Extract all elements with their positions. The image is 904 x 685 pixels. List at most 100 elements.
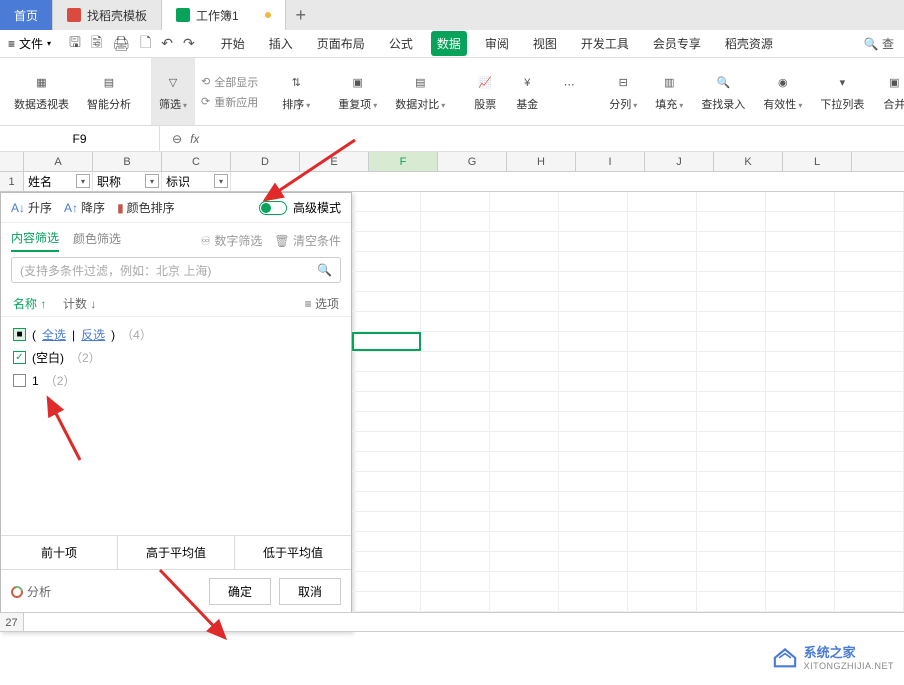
cell[interactable] <box>490 332 559 351</box>
cell[interactable] <box>490 232 559 251</box>
number-filter-button[interactable]: ♾ 数字筛选 <box>200 232 262 249</box>
file-menu[interactable]: ≡文件▾ <box>0 35 59 52</box>
menu-view[interactable]: 视图 <box>527 31 563 56</box>
split-button[interactable]: ⊟分列▾ <box>601 58 645 125</box>
advanced-mode-toggle[interactable]: 高级模式 <box>259 199 341 216</box>
cell[interactable] <box>835 312 904 331</box>
cell[interactable] <box>766 472 835 491</box>
menu-member[interactable]: 会员专享 <box>647 31 707 56</box>
lookup-button[interactable]: 🔍查找录入 <box>693 58 753 125</box>
tab-workbook[interactable]: 工作簿1 <box>162 0 286 30</box>
tab-content-filter[interactable]: 内容筛选 <box>11 229 59 252</box>
below-avg-button[interactable]: 低于平均值 <box>235 536 351 569</box>
list-item-all[interactable]: ■ (全选|反选)（4） <box>13 323 339 346</box>
cell[interactable] <box>490 592 559 611</box>
cell[interactable] <box>490 572 559 591</box>
col-count-header[interactable]: 计数 ↓ <box>63 295 96 312</box>
cell[interactable] <box>628 352 697 371</box>
checkbox-empty-icon[interactable] <box>13 374 26 387</box>
save-icon[interactable]: 🖫 <box>69 32 81 56</box>
cell[interactable] <box>559 512 628 531</box>
undo-icon[interactable]: ↶ <box>161 35 173 52</box>
search-icon[interactable]: 🔍 查 <box>854 35 904 52</box>
cell[interactable] <box>559 212 628 231</box>
cell[interactable] <box>697 352 766 371</box>
above-avg-button[interactable]: 高于平均值 <box>118 536 235 569</box>
cell[interactable] <box>697 552 766 571</box>
cell[interactable] <box>766 412 835 431</box>
cell[interactable] <box>559 192 628 211</box>
cell[interactable] <box>628 492 697 511</box>
cell[interactable] <box>628 472 697 491</box>
cell[interactable] <box>490 512 559 531</box>
cell[interactable] <box>352 512 421 531</box>
col-header-F[interactable]: F <box>369 152 438 171</box>
cell[interactable] <box>697 332 766 351</box>
cell[interactable] <box>835 452 904 471</box>
cell[interactable] <box>421 492 490 511</box>
cell[interactable] <box>559 552 628 571</box>
cell[interactable] <box>352 572 421 591</box>
cell[interactable] <box>766 392 835 411</box>
more-types-button[interactable]: ⋯ <box>549 58 589 125</box>
cell[interactable] <box>697 472 766 491</box>
cell[interactable] <box>352 492 421 511</box>
cell[interactable] <box>697 212 766 231</box>
cell[interactable] <box>835 552 904 571</box>
options-button[interactable]: ≡ 选项 <box>305 295 339 312</box>
cell[interactable] <box>421 552 490 571</box>
cell[interactable] <box>835 592 904 611</box>
cell[interactable] <box>490 452 559 471</box>
list-item-1[interactable]: 1（2） <box>13 369 339 392</box>
cell[interactable] <box>766 532 835 551</box>
cell[interactable] <box>697 312 766 331</box>
cell[interactable] <box>421 292 490 311</box>
cell[interactable] <box>628 432 697 451</box>
menu-dev[interactable]: 开发工具 <box>575 31 635 56</box>
col-header-H[interactable]: H <box>507 152 576 171</box>
cell[interactable] <box>835 212 904 231</box>
cell[interactable] <box>421 532 490 551</box>
menu-resources[interactable]: 稻壳资源 <box>719 31 779 56</box>
cell[interactable] <box>835 472 904 491</box>
cell[interactable] <box>628 192 697 211</box>
cell[interactable] <box>559 492 628 511</box>
tab-home[interactable]: 首页 <box>0 0 53 30</box>
sort-button[interactable]: ⇅排序▾ <box>274 58 318 125</box>
cell[interactable] <box>697 232 766 251</box>
top10-button[interactable]: 前十项 <box>1 536 118 569</box>
cell[interactable] <box>421 352 490 371</box>
cell[interactable] <box>628 552 697 571</box>
cell[interactable] <box>559 352 628 371</box>
col-header-L[interactable]: L <box>783 152 852 171</box>
cell[interactable] <box>766 212 835 231</box>
list-item-blank[interactable]: ✓ (空白)（2） <box>13 346 339 369</box>
cell[interactable] <box>352 452 421 471</box>
tab-color-filter[interactable]: 颜色筛选 <box>73 230 121 251</box>
cell[interactable] <box>421 252 490 271</box>
cell[interactable] <box>559 592 628 611</box>
stock-button[interactable]: 📈股票 <box>465 58 505 125</box>
cell[interactable] <box>835 232 904 251</box>
cell[interactable] <box>835 572 904 591</box>
cell[interactable] <box>628 572 697 591</box>
cell[interactable] <box>697 592 766 611</box>
cell[interactable] <box>697 252 766 271</box>
cell[interactable] <box>697 272 766 291</box>
cell[interactable] <box>628 212 697 231</box>
cell[interactable] <box>697 532 766 551</box>
preview-icon[interactable]: 🗋 <box>140 32 151 56</box>
cell[interactable] <box>490 492 559 511</box>
cell[interactable] <box>421 472 490 491</box>
cell[interactable] <box>352 312 421 331</box>
cell[interactable] <box>490 432 559 451</box>
cell[interactable] <box>628 452 697 471</box>
cell[interactable] <box>835 372 904 391</box>
cell[interactable] <box>766 252 835 271</box>
cell[interactable] <box>559 572 628 591</box>
col-header-D[interactable]: D <box>231 152 300 171</box>
cell[interactable] <box>766 592 835 611</box>
filter-arrow-icon[interactable]: ▾ <box>145 174 159 188</box>
cell[interactable] <box>766 272 835 291</box>
cell[interactable] <box>421 372 490 391</box>
